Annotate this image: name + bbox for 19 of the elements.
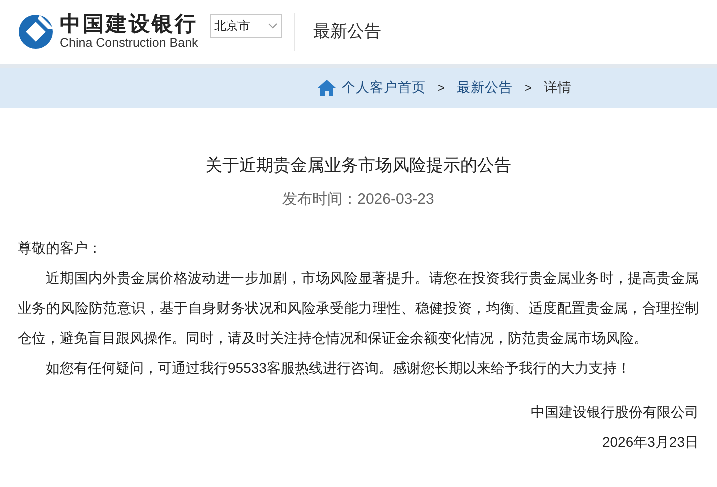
breadcrumb-current: 详情 — [544, 78, 572, 97]
breadcrumb-link[interactable]: 最新公告 — [457, 78, 514, 98]
bank-english-name: China Construction Bank — [60, 37, 198, 50]
greeting: 尊敬的客户： — [18, 239, 103, 258]
article-paragraph: 近期国内外贵金属价格波动进一步加剧，市场风险显著提升。请您在投资我行贵金属业务时，提高贵金属业务的风险防范意识，基于自身财务状况和风险承受能力理性、稳健投资，均衡、适度配置贵金属，合理控制仓位，避免盲目跟风操作。同时，请及时关注持仓情况和保证金余额变化情况，防范贵金属市场风险。 — [18, 269, 699, 348]
publish-date: 发布时间：2026-03-23 — [282, 190, 434, 210]
breadcrumb-separator: > — [525, 80, 532, 97]
city-select[interactable]: 北京市 — [210, 14, 282, 38]
signature: 中国建设银行股份有限公司 — [531, 403, 699, 422]
bank-logo-icon — [18, 14, 54, 50]
chevron-down-icon — [268, 23, 278, 29]
bank-name: 中国建设银行 — [60, 14, 198, 36]
article-paragraph: 如您有任何疑问，可通过我行95533客服热线进行咨询。感谢您长期以来给予我行的大力支持！ — [45, 359, 632, 378]
article-title: 关于近期贵金属业务市场风险提示的公告 — [206, 155, 512, 177]
signature-date: 2026年3月23日 — [602, 433, 699, 452]
section-title: 最新公告 — [313, 21, 382, 44]
breadcrumb-separator: > — [438, 80, 446, 97]
breadcrumb-link[interactable]: 个人客户首页 — [342, 78, 426, 98]
home-icon — [318, 80, 336, 96]
